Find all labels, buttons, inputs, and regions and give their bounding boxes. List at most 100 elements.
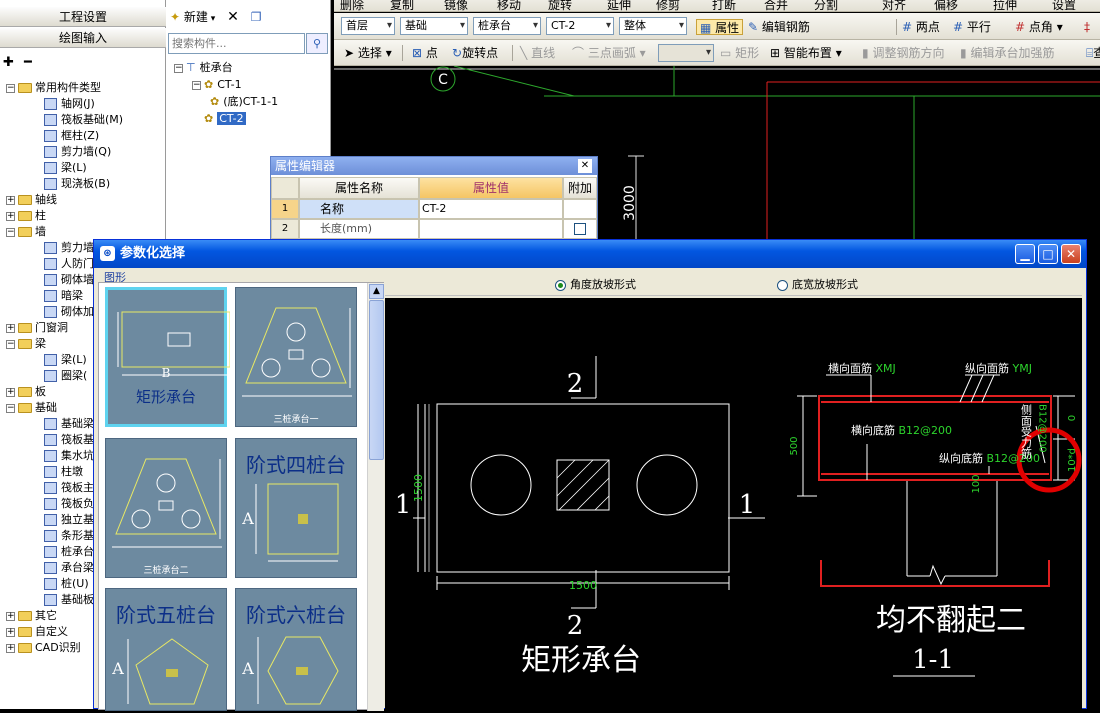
toolbar-item-9[interactable]: 分割 — [814, 0, 838, 11]
copy-icon[interactable]: ❐ — [251, 10, 262, 24]
unit-select[interactable]: 整体 — [619, 17, 687, 35]
tree-item[interactable]: 独立基 — [44, 512, 94, 528]
shape-thumbnail-2[interactable]: 三桩承台二 — [105, 438, 227, 578]
tree-item[interactable]: 条形基 — [44, 528, 94, 544]
new-button[interactable]: 新建 — [184, 10, 208, 24]
expand-icon[interactable]: + — [6, 611, 15, 621]
tree-item[interactable]: 剪力墙 — [44, 240, 94, 256]
toolbar-item-0[interactable]: 删除 — [340, 0, 364, 11]
component-tree-item[interactable]: − ⊤ 桩承台 — [174, 60, 233, 76]
arc-button[interactable]: ⌒ 三点画弧 ▾ — [572, 45, 646, 61]
floor-select[interactable]: 首层 — [341, 17, 395, 35]
collapse-icon[interactable]: − — [174, 63, 183, 73]
tree-item[interactable]: 基础梁 — [44, 416, 94, 432]
adjust-rebar-button[interactable]: ▮ 调整钢筋方向 — [862, 45, 944, 61]
expand-icon[interactable]: + — [6, 323, 15, 333]
shape-thumbnail-3[interactable]: 阶式四桩台 A — [235, 438, 357, 578]
tree-item[interactable]: 砌体加 — [44, 304, 94, 320]
toolbar-item-6[interactable]: 修剪 — [656, 0, 680, 11]
radio-unchecked-icon[interactable] — [777, 279, 788, 291]
toolbar-item-10[interactable]: 对齐 — [882, 0, 906, 11]
tree-item[interactable]: 砌体墙 — [44, 272, 94, 288]
expand-icon[interactable]: + — [6, 643, 15, 653]
collapse-icon[interactable]: − — [192, 80, 201, 90]
tree-item[interactable]: + 柱 — [6, 208, 46, 224]
edit-rebar-button[interactable]: ✎ 编辑钢筋 — [748, 19, 810, 35]
parallel-button[interactable]: # 平行 — [953, 19, 991, 35]
tree-item[interactable]: 承台梁 — [44, 560, 94, 576]
tree-item[interactable]: + CAD识别 — [6, 640, 81, 656]
tree-item[interactable]: 桩承台 — [44, 544, 94, 560]
tree-item[interactable]: + 板 — [6, 384, 46, 400]
toolbar-item-12[interactable]: 拉伸 — [993, 0, 1017, 11]
point-angle-button[interactable]: # 点角 ▾ — [1015, 19, 1063, 35]
tree-item[interactable]: + 自定义 — [6, 624, 68, 640]
properties-button[interactable]: ▦ 属性 — [696, 19, 744, 35]
expand-icon[interactable]: + — [6, 211, 15, 221]
expand-icon[interactable]: + — [6, 387, 15, 397]
search-icon[interactable]: ⚲ — [306, 33, 328, 54]
tree-item[interactable]: 筏板主 — [44, 480, 94, 496]
tree-item[interactable]: 现浇板(B) — [44, 176, 110, 192]
toolbar-item-11[interactable]: 偏移 — [934, 0, 958, 11]
toolbar-item-13[interactable]: 设置 — [1052, 0, 1076, 11]
toolbar-item-2[interactable]: 镜像 — [444, 0, 468, 11]
close-icon[interactable]: ✕ — [578, 159, 592, 173]
smart-layout-button[interactable]: ⊞ 智能布置 ▾ — [770, 45, 842, 61]
collapse-icon[interactable]: − — [6, 403, 15, 413]
prop-value-input[interactable]: CT-2 — [419, 199, 563, 219]
shape-thumbnail-0[interactable]: 矩形承台 B — [105, 287, 230, 427]
check-button[interactable]: ⌸查 — [1086, 45, 1100, 61]
project-settings-button[interactable]: 工程设置 — [0, 7, 166, 27]
gallery-scrollbar[interactable]: ▲ — [367, 283, 384, 711]
expand-all-icon[interactable]: ✚ — [3, 55, 14, 70]
tree-item[interactable]: 圈梁( — [44, 368, 87, 384]
minimize-icon[interactable]: ▁ — [1015, 244, 1035, 264]
extra-icon[interactable]: ‡ — [1084, 19, 1090, 35]
prop-value-input[interactable] — [419, 219, 563, 239]
toolbar-item-1[interactable]: 复制 — [390, 0, 414, 11]
scroll-thumb[interactable] — [369, 300, 384, 460]
maximize-icon[interactable]: □ — [1038, 244, 1058, 264]
component-name-select[interactable]: CT-2 — [546, 17, 614, 35]
collapse-all-icon[interactable]: ━ — [24, 55, 32, 70]
arc-mode-select[interactable] — [658, 44, 714, 62]
tree-item[interactable]: + 门窗洞 — [6, 320, 68, 336]
toolbar-item-4[interactable]: 旋转 — [548, 0, 572, 11]
extra-checkbox[interactable] — [574, 223, 586, 235]
toolbar-item-3[interactable]: 移动 — [497, 0, 521, 11]
tree-item[interactable]: 基础板 — [44, 592, 94, 608]
drawing-input-button[interactable]: 绘图输入 — [0, 28, 166, 48]
collapse-icon[interactable]: − — [6, 339, 15, 349]
tree-item[interactable]: − 梁 — [6, 336, 46, 352]
tree-item[interactable]: 集水坑 — [44, 448, 94, 464]
tree-item[interactable]: 桩(U) — [44, 576, 89, 592]
tree-item[interactable]: 框柱(Z) — [44, 128, 99, 144]
shape-thumbnail-1[interactable]: 三桩承台一 — [235, 287, 357, 427]
expand-icon[interactable]: + — [6, 195, 15, 205]
edit-cap-rebar-button[interactable]: ▮ 编辑承台加强筋 — [960, 45, 1054, 61]
select-button[interactable]: ➤ 选择 ▾ — [344, 45, 392, 61]
tree-item[interactable]: + 其它 — [6, 608, 57, 624]
component-tree-item[interactable]: ✿ (底)CT-1-1 — [210, 94, 278, 110]
search-component-input[interactable] — [168, 33, 305, 54]
scroll-up-icon[interactable]: ▲ — [369, 284, 384, 299]
collapse-icon[interactable]: − — [6, 83, 15, 93]
line-button[interactable]: ╲ 直线 — [520, 45, 555, 61]
rotate-point-button[interactable]: ↻旋转点 — [452, 45, 498, 61]
tree-item[interactable]: 筏板基础(M) — [44, 112, 123, 128]
tree-item[interactable]: 筏板负 — [44, 496, 94, 512]
tree-item[interactable]: 暗梁 — [44, 288, 83, 304]
close-dialog-icon[interactable]: ✕ — [1061, 244, 1081, 264]
collapse-icon[interactable]: − — [6, 227, 15, 237]
tree-item[interactable]: 轴网(J) — [44, 96, 95, 112]
rect-button[interactable]: ▭ 矩形 — [720, 45, 759, 61]
tree-item[interactable]: 梁(L) — [44, 352, 87, 368]
tree-item[interactable]: + 轴线 — [6, 192, 57, 208]
component-tree-item[interactable]: −✿CT-2 — [192, 111, 246, 127]
shape-thumbnail-4[interactable]: 阶式五桩台 A — [105, 588, 227, 711]
expand-icon[interactable]: + — [6, 627, 15, 637]
tree-item[interactable]: 柱墩 — [44, 464, 83, 480]
toolbar-item-7[interactable]: 打断 — [712, 0, 736, 11]
radio-checked-icon[interactable] — [555, 279, 566, 291]
